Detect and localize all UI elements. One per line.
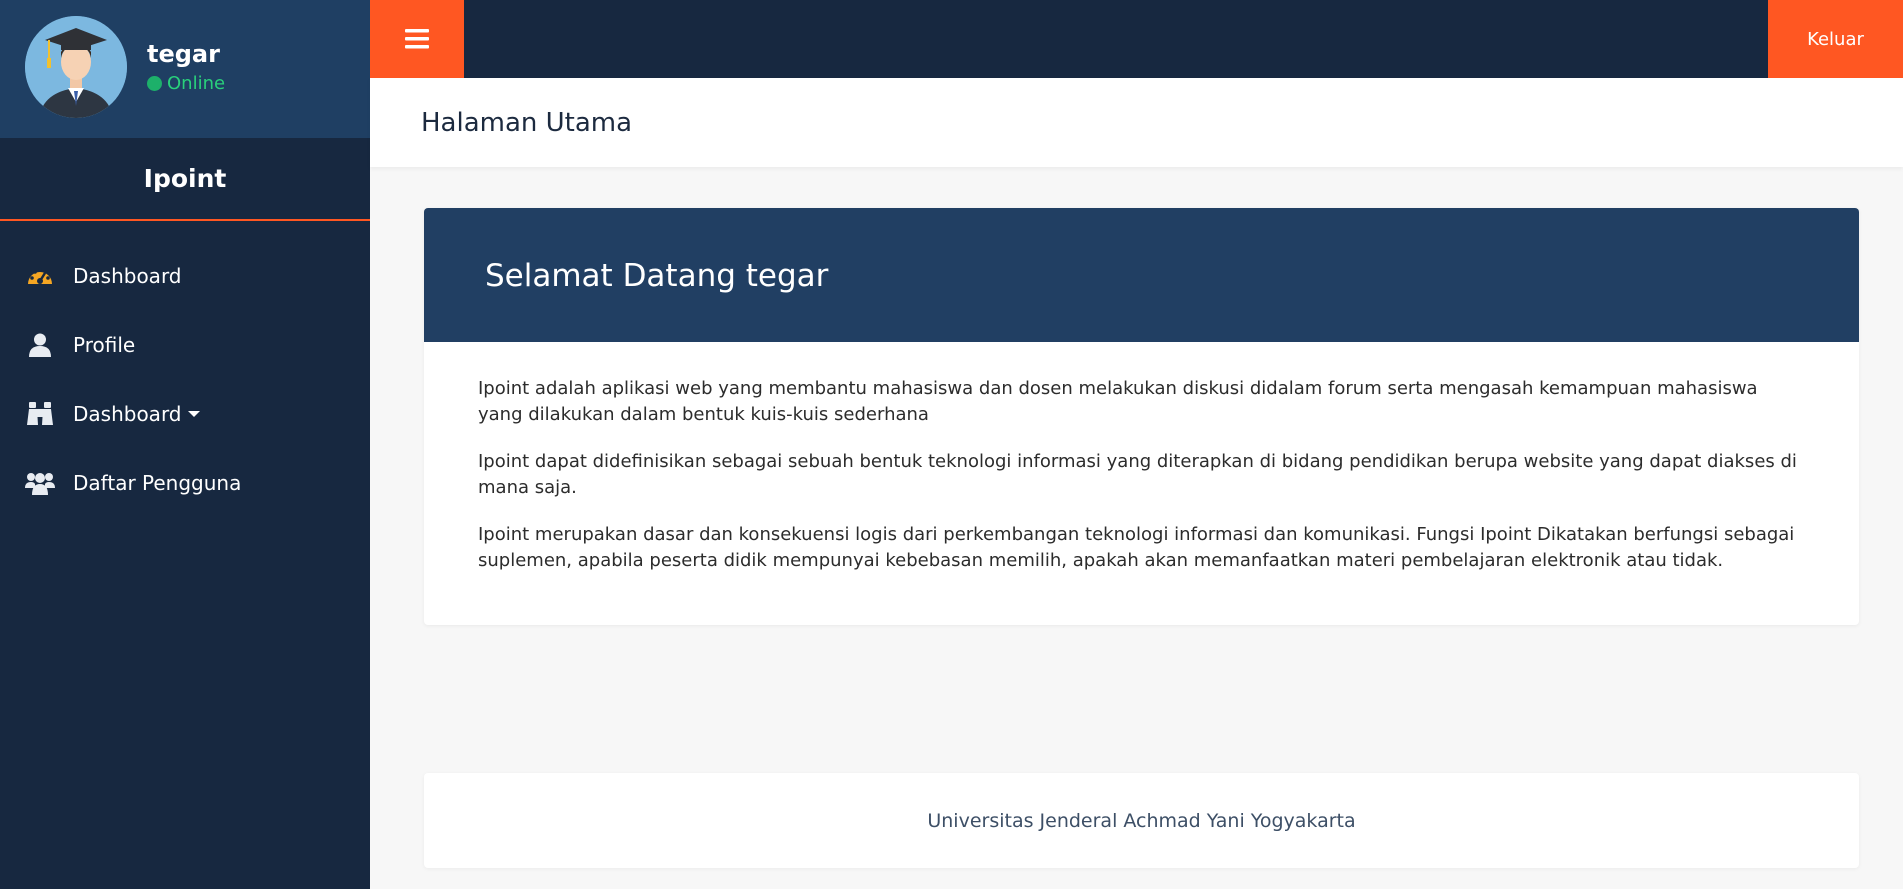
online-status-icon (147, 76, 162, 91)
sidebar: tegar Online Ipoint Dashboard Profile Da… (0, 0, 370, 889)
description-paragraph: Ipoint adalah aplikasi web yang membantu… (478, 378, 1758, 425)
user-status-label: Online (167, 73, 226, 94)
user-panel: tegar Online (0, 0, 370, 138)
sidebar-item-label: Profile (73, 332, 136, 357)
page-title: Halaman Utama (421, 108, 633, 138)
page-header: Halaman Utama (370, 78, 1903, 167)
brand-title[interactable]: Ipoint (0, 138, 370, 221)
sidebar-item-label: Dashboard (73, 401, 182, 426)
user-icon (25, 330, 55, 360)
description-paragraph: Ipoint dapat didefinisikan sebagai sebua… (478, 451, 1797, 498)
sidebar-nav: Dashboard Profile Dashboard Daftar Pengg… (0, 241, 370, 517)
sidebar-item-label: Dashboard (73, 263, 182, 288)
sidebar-item-daftar-pengguna[interactable]: Daftar Pengguna (0, 448, 370, 517)
caret-down-icon (187, 410, 200, 417)
user-name: tegar (147, 40, 220, 68)
sidebar-item-dashboard-dropdown[interactable]: Dashboard (0, 379, 370, 448)
hamburger-icon (405, 29, 429, 49)
welcome-card: Selamat Datang tegar Ipoint adalah aplik… (424, 208, 1859, 625)
sidebar-item-label: Daftar Pengguna (73, 470, 242, 495)
user-avatar[interactable] (25, 16, 127, 118)
menu-toggle-button[interactable] (370, 0, 464, 78)
sidebar-item-profile[interactable]: Profile (0, 310, 370, 379)
card-header: Selamat Datang tegar (424, 208, 1859, 342)
sidebar-item-dashboard[interactable]: Dashboard (0, 241, 370, 310)
logout-button[interactable]: Keluar (1768, 0, 1903, 78)
user-status: Online (147, 73, 225, 94)
card-title: Selamat Datang tegar (485, 258, 829, 294)
binoculars-icon (25, 399, 55, 429)
card-body: Ipoint adalah aplikasi web yang membantu… (424, 342, 1859, 574)
description-paragraph: Ipoint merupakan dasar dan konsekuensi l… (478, 524, 1795, 571)
footer: Universitas Jenderal Achmad Yani Yogyaka… (424, 773, 1859, 868)
users-icon (25, 468, 55, 498)
top-navbar: Keluar (370, 0, 1903, 78)
tachometer-icon (25, 261, 55, 291)
